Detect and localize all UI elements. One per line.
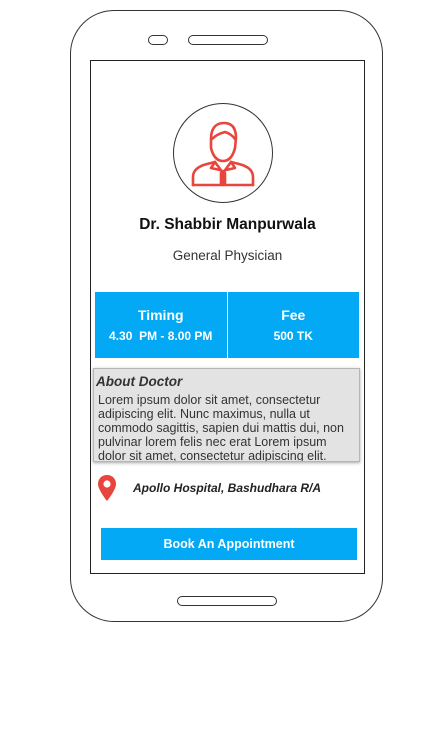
timing-cell: Timing 4.30 PM - 8.00 PM bbox=[95, 292, 228, 358]
fee-value: 500 TK bbox=[273, 329, 313, 343]
fee-cell: Fee 500 TK bbox=[228, 292, 360, 358]
map-pin-icon bbox=[98, 475, 116, 501]
timing-label: Timing bbox=[137, 307, 184, 323]
camera bbox=[148, 35, 168, 45]
about-doctor-box[interactable]: About Doctor Lorem ipsum dolor sit amet,… bbox=[93, 368, 360, 462]
fee-label: Fee bbox=[281, 307, 306, 323]
location-text: Apollo Hospital, Bashudhara R/A bbox=[133, 481, 322, 495]
doctor-name: Dr. Shabbir Manpurwala bbox=[139, 216, 316, 233]
doctor-avatar-icon bbox=[191, 121, 255, 187]
speaker bbox=[188, 35, 268, 45]
about-doctor-title: About Doctor bbox=[96, 374, 183, 389]
info-bar: Timing 4.30 PM - 8.00 PM Fee 500 TK bbox=[95, 292, 359, 358]
doctor-avatar bbox=[173, 103, 273, 203]
book-appointment-button[interactable]: Book An Appointment bbox=[101, 528, 357, 560]
about-doctor-text: Lorem ipsum dolor sit amet, consectetur … bbox=[98, 393, 344, 462]
location-row[interactable]: Apollo Hospital, Bashudhara R/A bbox=[97, 473, 359, 503]
timing-value: 4.30 PM - 8.00 PM bbox=[109, 329, 213, 343]
home-button[interactable] bbox=[177, 596, 277, 606]
doctor-specialty: General Physician bbox=[172, 248, 283, 263]
screen: Dr. Shabbir Manpurwala General Physician… bbox=[90, 60, 365, 574]
